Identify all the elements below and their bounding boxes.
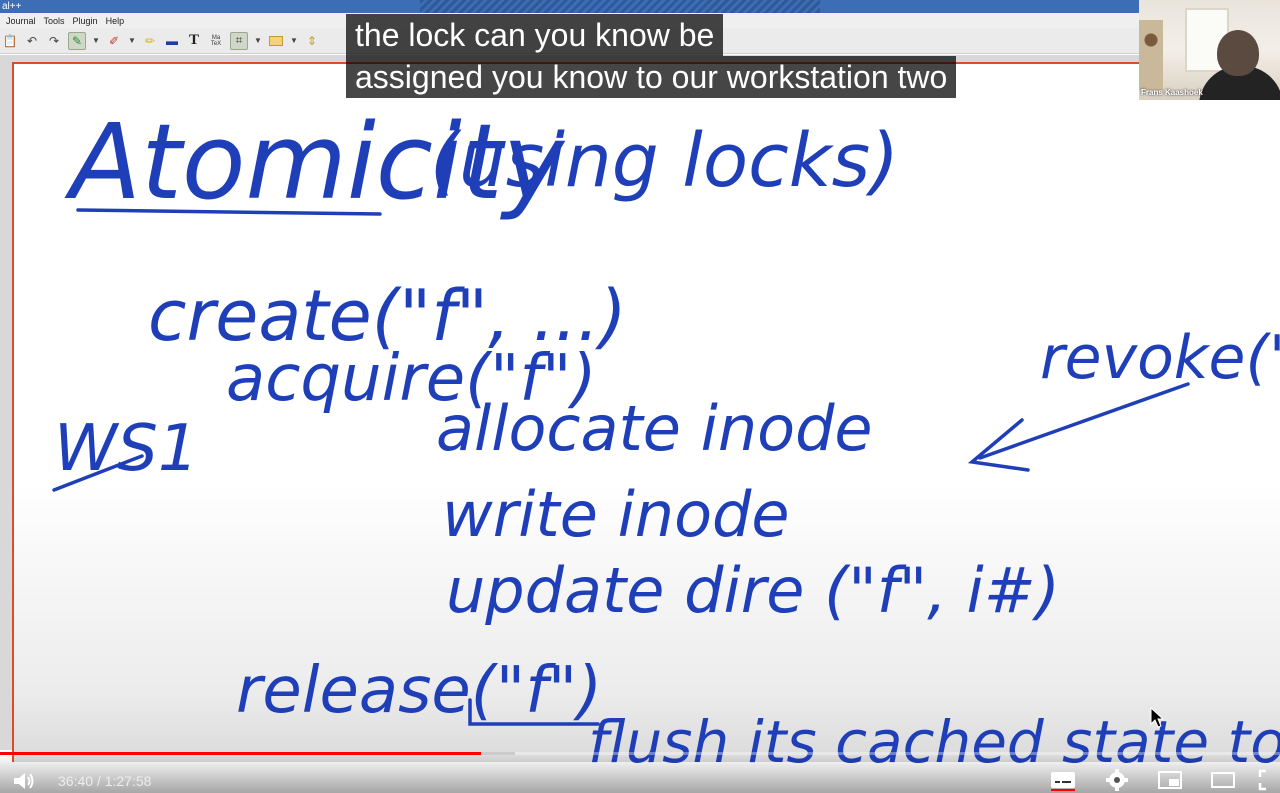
webcam-name-label: Frans Kaashoek [1141, 88, 1203, 97]
redo-icon[interactable]: ↷ [46, 33, 62, 49]
text-tool-icon[interactable]: T [186, 32, 202, 49]
webcam-plant [1139, 20, 1163, 90]
webcam-person-head [1217, 30, 1259, 76]
caption-line-2: assigned you know to our workstation two [346, 56, 957, 98]
eraser-dropdown-icon[interactable]: ▼ [128, 33, 136, 49]
video-caption: the lock can you know be assigned you kn… [346, 14, 957, 98]
drawing-canvas[interactable] [0, 55, 1280, 762]
time-display: 36:40 / 1:27:58 [58, 773, 152, 789]
shape-dropdown-icon[interactable]: ▼ [290, 33, 298, 49]
undo-icon[interactable]: ↶ [24, 33, 40, 49]
mouse-cursor-icon [1150, 707, 1164, 728]
window-title: al++ [2, 1, 22, 12]
volume-icon[interactable] [12, 771, 36, 791]
subtitles-icon[interactable] [1050, 769, 1076, 791]
title-bar-decoration [420, 0, 820, 13]
theater-mode-icon[interactable] [1210, 769, 1236, 791]
menu-help[interactable]: Help [106, 16, 125, 26]
menu-tools[interactable]: Tools [44, 16, 65, 26]
note-page[interactable] [12, 62, 1280, 762]
menu-journal[interactable]: Journal [6, 16, 36, 26]
pen-dropdown-icon[interactable]: ▼ [92, 33, 100, 49]
caption-line-1: the lock can you know be [346, 14, 724, 56]
shape-tool-icon[interactable] [268, 33, 284, 49]
menu-plugin[interactable]: Plugin [73, 16, 98, 26]
fullscreen-icon[interactable] [1258, 769, 1280, 791]
math-tex-icon[interactable]: Ma TeX [208, 33, 224, 49]
select-dropdown-icon[interactable]: ▼ [254, 33, 262, 49]
select-region-icon[interactable]: ⌗ [230, 31, 248, 50]
webcam-overlay: Frans Kaashoek [1139, 0, 1280, 100]
image-tool-icon[interactable]: ▬ [164, 33, 180, 49]
vertical-space-icon[interactable]: ⇕ [304, 33, 320, 49]
miniplayer-icon[interactable] [1157, 769, 1183, 791]
paste-icon[interactable]: 📋 [2, 33, 18, 49]
settings-gear-icon[interactable] [1104, 769, 1130, 791]
highlighter-tool-icon[interactable]: ✏ [142, 33, 158, 49]
pen-tool-icon[interactable]: ✎ [68, 31, 86, 50]
eraser-tool-icon[interactable]: ✐ [106, 33, 122, 49]
player-controls: 36:40 / 1:27:58 [0, 755, 1280, 793]
